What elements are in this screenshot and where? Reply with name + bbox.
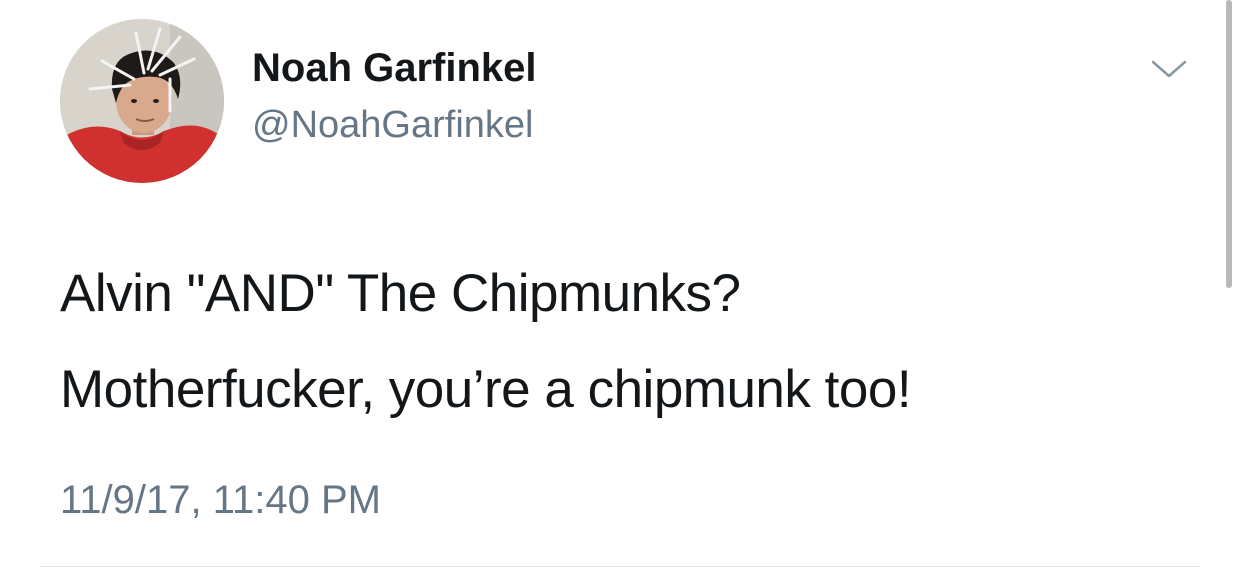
tweet-text-line: Motherfucker, you’re a chipmunk too! (60, 360, 912, 419)
avatar[interactable] (60, 19, 224, 183)
chevron-down-icon[interactable] (1150, 54, 1188, 84)
tweet-text: Alvin "AND" The Chipmunks? Motherfucker,… (60, 246, 1190, 438)
scrollbar[interactable] (1226, 0, 1232, 288)
author-handle[interactable]: @NoahGarfinkel (252, 100, 533, 150)
tweet-text-line: Alvin "AND" The Chipmunks? (60, 264, 741, 323)
author-display-name[interactable]: Noah Garfinkel (252, 42, 537, 94)
tweet-card: Noah Garfinkel @NoahGarfinkel Alvin "AND… (0, 0, 1242, 571)
divider (40, 566, 1200, 567)
tweet-timestamp[interactable]: 11/9/17, 11:40 PM (60, 472, 381, 528)
avatar-photo (60, 19, 224, 183)
